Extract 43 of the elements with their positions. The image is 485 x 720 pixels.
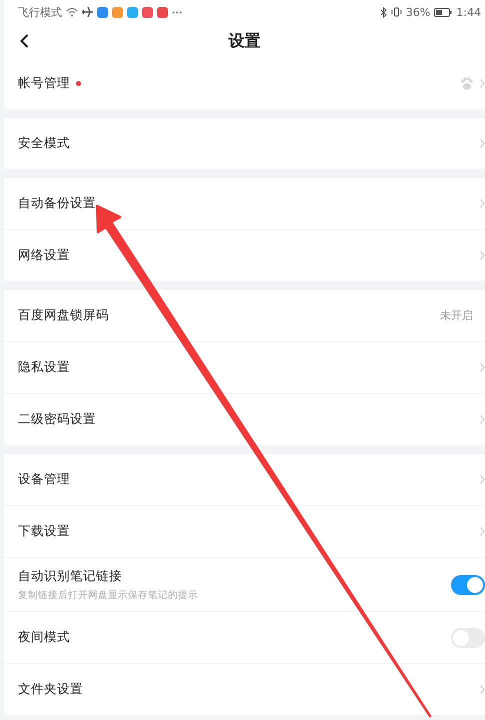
battery-percent: 36% bbox=[406, 6, 430, 18]
row-label: 文件夹设置 bbox=[18, 681, 83, 698]
app-icon bbox=[97, 6, 108, 18]
chevron-right-icon bbox=[480, 685, 485, 694]
vibrate-icon bbox=[390, 7, 402, 17]
chevron-right-icon bbox=[480, 415, 485, 424]
row-label: 帐号管理 bbox=[18, 75, 70, 92]
chevron-right-icon bbox=[480, 251, 485, 260]
row-value: 未开启 bbox=[440, 308, 473, 323]
page-title: 设置 bbox=[228, 30, 260, 52]
app-icon bbox=[127, 6, 138, 18]
row-label: 隐私设置 bbox=[18, 359, 70, 376]
app-icon bbox=[142, 6, 153, 18]
airplane-mode-text: 飞行模式 bbox=[18, 4, 62, 20]
battery-icon bbox=[434, 8, 452, 16]
toggle-switch[interactable] bbox=[451, 574, 485, 594]
more-icon bbox=[172, 10, 182, 14]
airplane-icon bbox=[82, 7, 93, 17]
chevron-right-icon bbox=[480, 139, 485, 148]
row-label: 下载设置 bbox=[18, 523, 70, 540]
bluetooth-icon bbox=[380, 6, 387, 18]
back-icon[interactable] bbox=[20, 34, 29, 48]
row-label: 夜间模式 bbox=[18, 629, 71, 646]
row-label: 网络设置 bbox=[18, 247, 70, 264]
row-label: 二级密码设置 bbox=[18, 411, 96, 428]
paw-icon bbox=[460, 77, 474, 90]
chevron-right-icon bbox=[480, 79, 485, 88]
settings-row[interactable]: 安全模式 bbox=[4, 118, 485, 170]
row-label: 安全模式 bbox=[18, 135, 70, 152]
row-hint: 复制链接后打开网盘显示保存笔记的提示 bbox=[18, 588, 199, 602]
chevron-right-icon bbox=[480, 363, 485, 372]
clock-time: 1:44 bbox=[456, 6, 481, 18]
row-label: 自动识别笔记链接 bbox=[18, 568, 123, 584]
row-label: 设备管理 bbox=[18, 471, 70, 488]
chevron-right-icon bbox=[480, 527, 485, 536]
row-label: 百度网盘锁屏码 bbox=[18, 307, 109, 324]
app-icon bbox=[112, 6, 123, 18]
settings-row[interactable]: 帐号管理 bbox=[4, 58, 485, 110]
wifi-icon bbox=[66, 7, 78, 17]
row-label: 自动备份设置 bbox=[18, 195, 96, 212]
app-icon bbox=[157, 6, 168, 18]
chevron-right-icon bbox=[480, 475, 485, 484]
chevron-right-icon bbox=[480, 199, 485, 208]
